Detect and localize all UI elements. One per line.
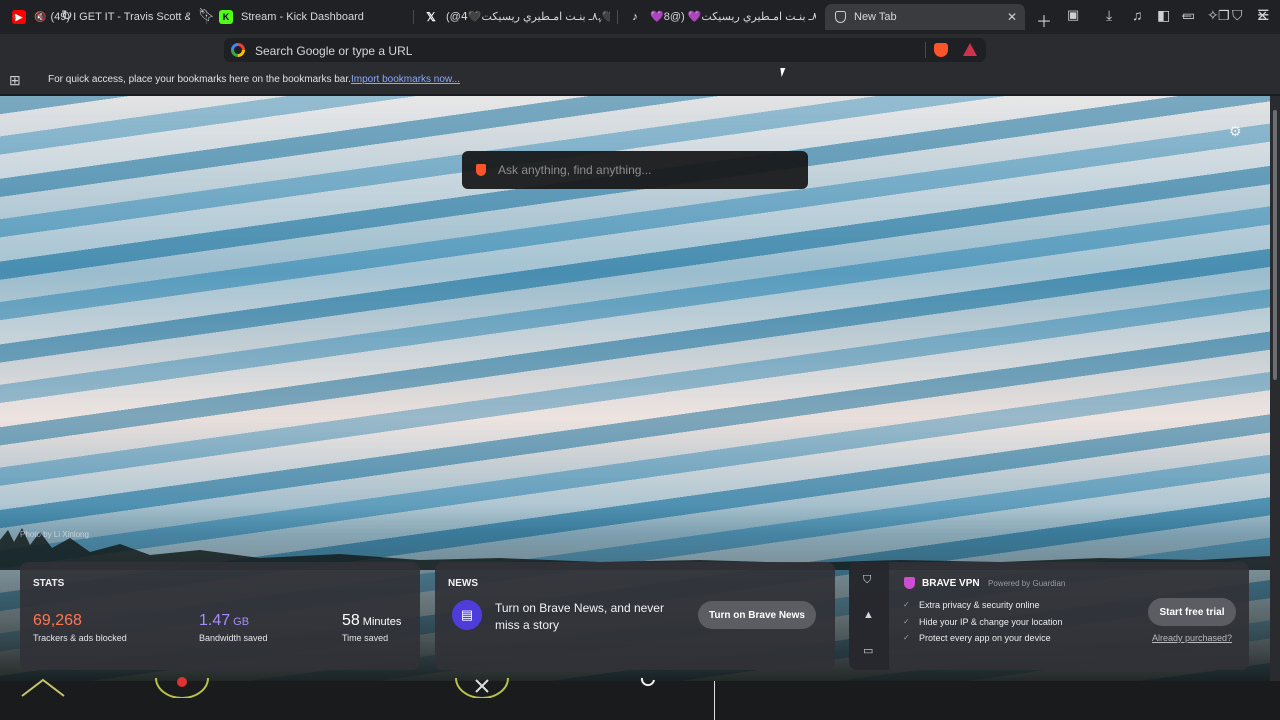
vpn-icon[interactable]: ⛉ xyxy=(1232,7,1243,24)
apps-grid-icon[interactable]: ⊞ xyxy=(9,72,21,89)
tab-kick[interactable]: K Stream - Kick Dashboard xyxy=(219,4,409,30)
brave-shield-icon xyxy=(835,11,846,23)
time-saved-value: 58 Minutes xyxy=(342,612,401,630)
turn-on-news-button[interactable]: Turn on Brave News xyxy=(698,601,816,629)
screenshot-icon[interactable]: ▣ xyxy=(1067,7,1079,23)
wallet-icon[interactable]: ▭ xyxy=(1182,7,1195,24)
bandwidth-saved-value: 1.47 GB xyxy=(199,612,249,630)
chevron-logo-icon xyxy=(21,678,65,697)
bandwidth-saved-label: Bandwidth saved xyxy=(199,633,268,643)
trackers-blocked-label: Trackers & ads blocked xyxy=(33,633,127,643)
vpn-powered-by: Powered by Guardian xyxy=(988,579,1066,588)
media-icon[interactable]: ♫ xyxy=(1132,7,1143,23)
g-glyph-icon xyxy=(640,677,655,687)
news-icon: ▤ xyxy=(452,600,482,630)
tab-tiktok[interactable]: ♪ 💜ﮩ٨ـ بنـت امـطيري ريسيكت💜 (@8 xyxy=(628,4,816,30)
bookmarks-bar: ⊞ For quick access, place your bookmarks… xyxy=(0,66,1280,94)
address-bar-divider xyxy=(925,42,926,58)
check-icon: ✓ xyxy=(903,633,910,642)
tab-title: Stream - Kick Dashboard xyxy=(241,11,364,23)
tab-x[interactable]: 𝕏 (@4ً🖤ﮩ٨ـ بنـت امـطيري ريسيكت🖤 xyxy=(424,4,610,30)
sidebar-icon[interactable]: ◧ xyxy=(1157,7,1170,24)
kick-icon: K xyxy=(219,10,233,24)
tab-title: New Tab xyxy=(854,11,897,23)
search-box[interactable] xyxy=(462,151,808,189)
brave-search-icon xyxy=(476,164,486,176)
bandwidth-unit: GB xyxy=(233,616,250,628)
bandwidth-number: 1.47 xyxy=(199,612,231,629)
close-tab-icon[interactable]: ✕ xyxy=(1007,10,1017,24)
x-icon: 𝕏 xyxy=(426,10,436,24)
start-free-trial-button[interactable]: Start free trial xyxy=(1148,598,1236,626)
forward-icon[interactable]: › xyxy=(38,7,43,23)
mouse-cursor xyxy=(780,68,787,77)
vpn-feature: Protect every app on your device xyxy=(919,633,1051,643)
search-input[interactable] xyxy=(498,160,794,180)
time-unit: Minutes xyxy=(362,616,402,628)
brave-shields-icon[interactable] xyxy=(934,43,948,57)
tree-line xyxy=(0,528,1270,570)
trackers-blocked-value: 69,268 xyxy=(33,612,82,629)
already-purchased-link[interactable]: Already purchased? xyxy=(1152,633,1232,643)
customize-gear-icon[interactable]: ⚙ xyxy=(1229,123,1242,140)
new-tab-button[interactable]: ＋ xyxy=(1036,8,1052,32)
brave-rewards-icon[interactable] xyxy=(963,43,977,56)
tab-separator xyxy=(617,10,618,24)
rewards-triangle-icon[interactable]: ▲ xyxy=(863,609,874,621)
tab-title: (@4ً🖤ﮩ٨ـ بنـت امـطيري ريسيكت🖤 xyxy=(446,11,610,23)
menu-icon[interactable]: ☰ xyxy=(1257,7,1270,24)
talk-camera-icon[interactable]: ▭ xyxy=(863,644,873,657)
back-icon[interactable]: ‹ xyxy=(12,7,17,23)
tiktok-icon: ♪ xyxy=(632,11,638,23)
url-placeholder[interactable]: Search Google or type a URL xyxy=(255,44,412,58)
divider-line xyxy=(714,681,715,720)
brave-vpn-logo-icon xyxy=(904,577,915,589)
tab-new-tab[interactable]: New Tab ✕ xyxy=(825,4,1025,30)
circle-logo-icon xyxy=(155,677,209,698)
scrollbar-thumb[interactable] xyxy=(1273,110,1277,380)
bookmarks-message: For quick access, place your bookmarks h… xyxy=(48,74,351,85)
news-title: NEWS xyxy=(448,578,478,589)
photo-credit[interactable]: Photo by Li Xinlong xyxy=(20,530,89,539)
download-icon[interactable]: ⤓ xyxy=(1106,7,1112,24)
stats-title: STATS xyxy=(33,578,65,589)
google-icon xyxy=(231,43,245,57)
x-badge-icon xyxy=(455,677,509,698)
check-icon: ✓ xyxy=(903,600,910,609)
time-saved-label: Time saved xyxy=(342,633,389,643)
time-number: 58 xyxy=(342,612,360,629)
reload-icon[interactable]: ↻ xyxy=(61,7,73,24)
vpn-title: BRAVE VPN xyxy=(922,578,980,589)
bookmark-icon[interactable]: 🔖︎ xyxy=(198,7,215,23)
leo-ai-icon[interactable]: ✧ xyxy=(1207,7,1219,24)
import-bookmarks-link[interactable]: Import bookmarks now... xyxy=(351,74,460,85)
vpn-feature: Extra privacy & security online xyxy=(919,600,1040,610)
news-message: Turn on Brave News, and never miss a sto… xyxy=(495,601,664,632)
vpn-feature: Hide your IP & change your location xyxy=(919,617,1063,627)
tab-separator xyxy=(413,10,414,24)
restore-icon[interactable]: ❐ xyxy=(1218,8,1230,24)
vpn-shield-icon[interactable]: ⛉ xyxy=(863,574,871,587)
tab-title: 💜ﮩ٨ـ بنـت امـطيري ريسيكت💜 (@8 xyxy=(650,11,816,23)
check-icon: ✓ xyxy=(903,617,910,626)
